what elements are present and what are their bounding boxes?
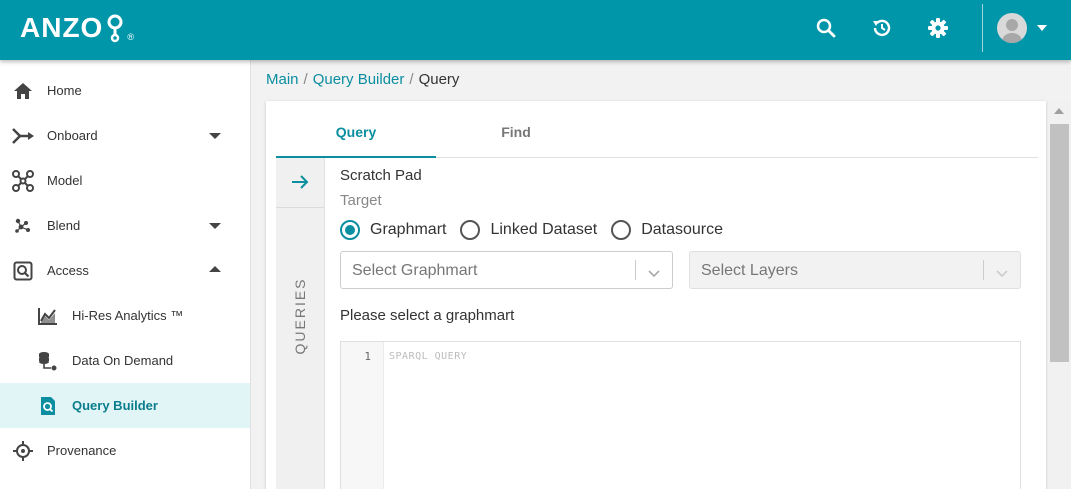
sidebar-item-model[interactable]: Model [0, 158, 250, 203]
sidebar-item-label: Provenance [47, 443, 117, 458]
avatar[interactable] [997, 13, 1027, 43]
breadcrumb-separator: / [409, 71, 414, 88]
sidebar-item-blend[interactable]: Blend [0, 203, 250, 248]
radio-circle[interactable] [460, 220, 481, 240]
onboard-icon [12, 125, 34, 147]
sidebar-item-label: Access [47, 263, 89, 278]
radio-label: Linked Dataset [490, 221, 598, 238]
chevron-up-icon[interactable] [209, 266, 221, 272]
queries-rail: QUERIES [276, 158, 325, 489]
breadcrumb-current: Query [418, 71, 460, 88]
sidebar-item-hi-res-analytics[interactable]: Hi-Res Analytics ™ [0, 293, 250, 338]
select-divider [635, 260, 636, 280]
scratch-pad-title: Scratch Pad [340, 167, 422, 184]
home-icon [12, 80, 34, 102]
select-layers: Select Layers [689, 251, 1021, 289]
radio-graphmart[interactable]: Graphmart [340, 220, 446, 240]
data-on-demand-icon [37, 350, 59, 372]
select-divider [983, 260, 984, 280]
query-builder-icon [37, 395, 59, 417]
sparql-query-placeholder: SPARQL QUERY [389, 351, 468, 362]
logo-mark-icon [107, 14, 123, 43]
target-label: Target [340, 192, 382, 209]
sidebar-item-data-on-demand[interactable]: Data On Demand [0, 338, 250, 383]
chevron-down-icon[interactable] [209, 223, 221, 229]
sidebar-item-label: Data On Demand [72, 353, 174, 368]
search-icon[interactable] [814, 16, 838, 40]
rail-divider [276, 207, 324, 208]
chevron-down-icon [996, 265, 1008, 283]
page-scrollbar[interactable] [1048, 101, 1071, 489]
breadcrumb-main[interactable]: Main [266, 71, 299, 88]
model-icon [12, 170, 34, 192]
radio-datasource[interactable]: Datasource [611, 220, 723, 240]
scroll-up-icon[interactable] [1054, 108, 1064, 114]
sparql-editor[interactable]: 1 SPARQL QUERY [340, 341, 1021, 489]
chevron-down-icon[interactable] [1037, 25, 1047, 31]
logo-registered: ® [127, 32, 135, 42]
query-card: Query Find QUERIES Scratch Pad Target Gr… [266, 101, 1046, 489]
radio-label: Datasource [641, 221, 724, 238]
sidebar-item-label: Query Builder [72, 398, 158, 413]
tab-query[interactable]: Query [276, 115, 436, 158]
sidebar-item-label: Model [47, 173, 83, 188]
provenance-icon [12, 440, 34, 462]
topbar-divider [982, 4, 983, 52]
scroll-thumb[interactable] [1050, 124, 1069, 362]
tab-bar: Query Find [276, 115, 1038, 158]
sidebar-item-access[interactable]: Access [0, 248, 250, 293]
line-number: 1 [364, 350, 371, 363]
breadcrumb: Main / Query Builder / Query [266, 71, 459, 88]
anzo-logo[interactable]: ANZO ® [20, 12, 135, 44]
sidebar-item-label: Hi-Res Analytics ™ [72, 308, 184, 323]
radio-label: Graphmart [370, 221, 447, 238]
select-graphmart-message: Please select a graphmart [340, 307, 515, 324]
select-layers-placeholder: Select Layers [701, 262, 798, 279]
queries-rail-label[interactable]: QUERIES [292, 277, 308, 354]
sidebar-item-home[interactable]: Home [0, 68, 250, 113]
top-bar: ANZO ® [0, 0, 1071, 60]
gear-icon[interactable] [926, 16, 950, 40]
sidebar-item-label: Home [47, 83, 82, 98]
sidebar-item-label: Blend [47, 218, 81, 233]
breadcrumb-query-builder[interactable]: Query Builder [313, 71, 405, 88]
select-graphmart-placeholder: Select Graphmart [352, 262, 478, 279]
tab-find[interactable]: Find [436, 115, 596, 158]
radio-circle[interactable] [340, 220, 360, 240]
breadcrumb-separator: / [303, 71, 308, 88]
arrow-right-icon[interactable] [288, 170, 312, 194]
sidebar-item-provenance[interactable]: Provenance [0, 428, 250, 473]
select-graphmart[interactable]: Select Graphmart [340, 251, 673, 289]
access-icon [12, 260, 34, 282]
sidebar-item-query-builder[interactable]: Query Builder [0, 383, 250, 428]
chevron-down-icon[interactable] [648, 265, 660, 283]
target-radio-group: Graphmart Linked Dataset Datasource [340, 220, 737, 240]
radio-circle[interactable] [611, 220, 632, 240]
sidebar-item-onboard[interactable]: Onboard [0, 113, 250, 158]
radio-linked-dataset[interactable]: Linked Dataset [460, 220, 597, 240]
chevron-down-icon[interactable] [209, 133, 221, 139]
sidebar-item-label: Onboard [47, 128, 98, 143]
sidebar: Home Onboard Model Blend Access Hi-Res A… [0, 60, 251, 489]
blend-icon [12, 215, 34, 237]
analytics-icon [37, 305, 59, 327]
history-icon[interactable] [870, 16, 894, 40]
editor-gutter: 1 [341, 342, 384, 489]
logo-text: ANZO [20, 12, 104, 43]
